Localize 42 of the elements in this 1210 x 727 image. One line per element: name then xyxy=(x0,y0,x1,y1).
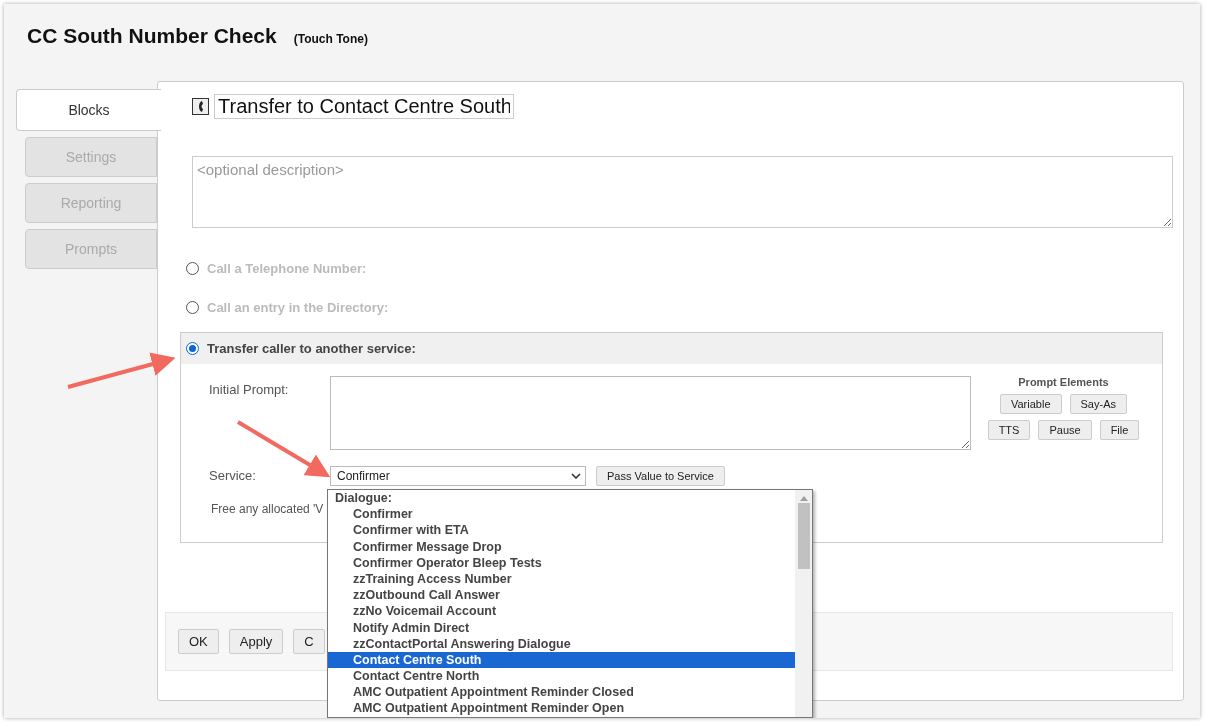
scroll-up-icon[interactable] xyxy=(799,495,808,501)
service-select[interactable]: Confirmer xyxy=(330,466,586,486)
dropdown-option[interactable]: zzTraining Access Number xyxy=(328,570,795,588)
dropdown-option[interactable]: Confirmer Operator Bleep Tests xyxy=(328,554,795,571)
prompt-element-button[interactable]: Say-As xyxy=(1069,394,1127,414)
dropdown-option[interactable]: AMC Outpatient Appointment Reminder Closed xyxy=(328,684,795,701)
radio-icon[interactable] xyxy=(186,301,199,314)
dropdown-option[interactable]: zzContactPortal Answering Dialogue xyxy=(328,635,795,652)
prompt-element-button[interactable]: File xyxy=(1099,420,1140,440)
scrollbar[interactable] xyxy=(795,490,812,717)
prompt-element-button[interactable]: Variable xyxy=(1000,394,1062,414)
dropdown-option[interactable]: Confirmer Message Drop xyxy=(328,538,795,555)
chevron-down-icon xyxy=(571,473,581,479)
dropdown-option[interactable]: Confirmer xyxy=(328,506,795,523)
dropdown-option[interactable]: Notify Admin Direct xyxy=(328,619,795,636)
radio-icon[interactable] xyxy=(186,262,199,275)
dropdown-option[interactable]: Contact Centre South xyxy=(328,651,795,669)
window-title: CC South Number Check xyxy=(27,24,277,48)
footer-button[interactable]: Apply xyxy=(228,629,284,654)
radio-icon[interactable] xyxy=(186,342,199,355)
initial-prompt-field[interactable] xyxy=(330,376,971,450)
pass-value-button[interactable]: Pass Value to Service xyxy=(596,466,725,486)
dropdown-option[interactable]: AMC Outpatient Appointment Reminder Open xyxy=(328,700,795,717)
footer-button[interactable]: C xyxy=(293,629,325,654)
dropdown-option[interactable]: Confirmer with ETA xyxy=(328,522,795,539)
window-subtitle: (Touch Tone) xyxy=(293,32,368,46)
dropdown-option[interactable]: Contact Centre North xyxy=(328,668,795,685)
field-label: Service: xyxy=(209,467,256,483)
description-field[interactable]: <optional description> xyxy=(192,156,1173,228)
option-group-label: Dialogue: xyxy=(335,490,392,507)
field-label: Initial Prompt: xyxy=(209,381,289,397)
scroll-thumb[interactable] xyxy=(797,503,810,569)
prompt-elements-title: Prompt Elements xyxy=(1018,376,1109,388)
free-text: Free any allocated 'V xyxy=(210,502,324,516)
dropdown-option[interactable]: zzNo Voicemail Account xyxy=(328,603,795,620)
footer-button[interactable]: OK xyxy=(178,629,219,654)
tab[interactable]: Blocks xyxy=(16,89,161,131)
phone-icon xyxy=(192,98,209,115)
prompt-element-button[interactable]: TTS xyxy=(987,420,1031,440)
prompt-element-button[interactable]: Pause xyxy=(1038,420,1092,440)
block-name-field[interactable]: Transfer to Contact Centre South xyxy=(214,94,514,119)
dropdown-option[interactable]: zzOutbound Call Answer xyxy=(328,587,795,604)
